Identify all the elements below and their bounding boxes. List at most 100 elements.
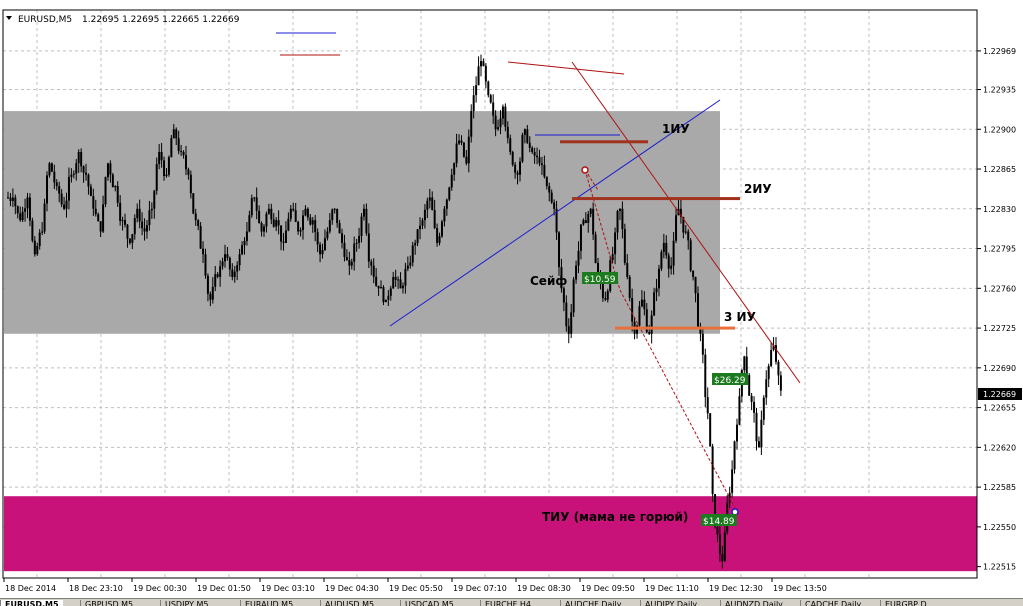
candle-body [121,220,124,222]
candle-body [570,312,573,334]
candle-body [19,213,22,221]
candle-body [723,532,726,561]
candle-body [155,164,158,191]
y-tick-label: 1.22585 [983,483,1016,492]
candle-body [372,265,375,277]
candle-body [48,163,51,176]
candle-body [628,276,631,298]
candle-body [475,85,478,96]
candle-body [762,397,765,420]
candle-body [350,261,353,266]
candle-body [184,155,187,170]
tab-usdjpy-m5[interactable]: USDJPY,M5 [160,600,213,606]
candle-body [321,249,324,255]
candle-body [443,208,446,222]
candle-body [643,299,646,310]
candle-body [392,276,395,289]
candle-body [757,441,760,448]
candle-body [180,151,183,153]
candle-body [267,208,270,214]
candle-body [172,129,175,139]
tab-audnzd-daily[interactable]: AUDNZD,Daily [720,600,787,606]
candle-body [328,220,331,232]
y-tick-label: 1.22655 [983,404,1016,413]
candle-body [253,197,256,199]
candle-body [104,177,107,205]
candle-body [365,208,368,234]
tab-gbpusd-m5[interactable]: GBPUSD,M5 [80,600,137,606]
candle-body [345,257,348,261]
candle-body [70,174,73,177]
label-seif: Сейф [530,274,567,288]
y-tick-label: 1.22725 [983,324,1016,333]
tab-eurchf-h4[interactable]: EURCHF,H4 [480,600,535,606]
candle-body [543,165,546,177]
tab-cadchf-daily[interactable]: CADCHF,Daily [800,600,865,606]
candle-body [255,197,258,211]
candle-body [333,208,336,210]
candle-body [194,213,197,221]
candle-body [406,265,409,269]
candle-body [440,221,443,237]
candle-body [631,297,634,322]
tab-euraud-m5[interactable]: EURAUD,M5 [240,600,297,606]
candle-body [226,254,229,258]
candle-body [292,208,295,211]
tab-audjpy-daily[interactable]: AUDJPY,Daily [640,600,701,606]
candle-body [270,208,273,220]
tab-eurgbp-d[interactable]: EURGBP,D [880,600,931,606]
candle-body [426,200,429,210]
tab-audchf-daily[interactable]: AUDCHF,Daily [560,600,625,606]
symbol-header: EURUSD,M5 [18,15,72,25]
current-price: 1.22669 [983,390,1016,399]
candle-body [338,223,341,234]
candle-body [655,288,658,293]
chart-area[interactable]: 1ИУ 2ИУ 3 ИУ Сейф ТИУ (мама не горюй) $10.59 $… [0,0,1023,598]
candle-body [735,424,738,442]
candle-body [287,218,290,231]
candle-body [419,225,422,230]
candle-body [124,220,127,225]
candle-body [175,129,178,139]
tab-audusd-m5[interactable]: AUDUSD,M5 [320,600,378,606]
candle-body [360,216,363,237]
candle-body [584,220,587,223]
candle-body [567,326,570,334]
candle-body [85,172,88,175]
candle-body [58,186,61,194]
candle-body [565,302,568,327]
candle-body [711,446,714,495]
y-tick-label: 1.22865 [983,165,1016,174]
candle-body [489,95,492,103]
candle-body [204,254,207,276]
candle-body [141,221,144,229]
candle-body [523,129,526,135]
candle-body [377,285,380,289]
candle-body [265,213,268,227]
candle-body [160,152,163,161]
candle-body [311,220,314,225]
candle-body [438,236,441,243]
candle-body [743,356,746,371]
candle-body [436,228,439,243]
candle-body [650,315,653,334]
candle-body [158,152,161,165]
profit-label: $26.29 [714,376,746,386]
candle-body [111,174,114,188]
ohlc-header: 1.22695 1.22695 1.22665 1.22669 [82,15,240,25]
candle-body [779,375,782,391]
tab-eurusd-m5[interactable]: EURUSD,M5 [0,600,63,606]
candle-body [136,208,139,219]
candle-body [145,225,148,232]
candle-body [545,176,548,187]
tab-usdcad-m5[interactable]: USDCAD,M5 [400,600,458,606]
candle-body [589,208,592,214]
candle-body [89,186,92,196]
candle-body [170,138,173,158]
candle-body [433,210,436,229]
candle-body [399,279,402,289]
candle-body [765,379,768,398]
candle-body [260,223,263,232]
candle-body [72,173,75,175]
candle-body [548,186,551,193]
